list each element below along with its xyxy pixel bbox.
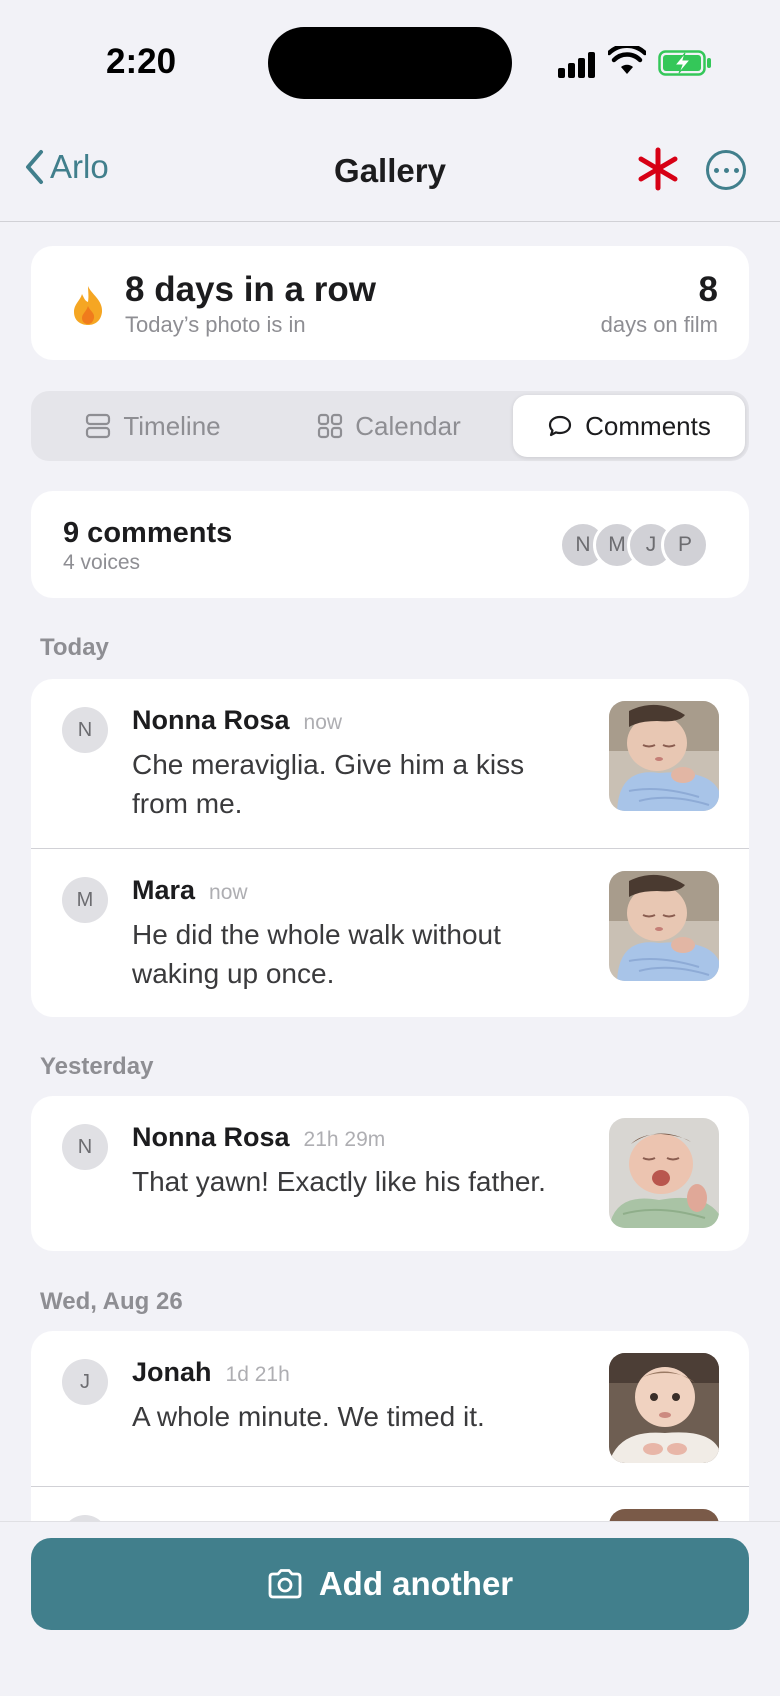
comments-count: 9 comments <box>63 517 233 549</box>
comment-row[interactable]: N Nonna Rosa now Che meraviglia. Give him… <box>31 679 749 848</box>
comment-text: Che meraviglia. Give him a kiss from me. <box>132 749 525 819</box>
author-name: Nonna Rosa <box>132 1122 290 1152</box>
days-count-label: days on film <box>600 312 718 337</box>
comment-text: That yawn! Exactly like his father. <box>132 1166 546 1197</box>
avatar-stack: N M J P <box>559 521 719 569</box>
photo-thumbnail[interactable] <box>609 871 719 981</box>
section-header-yesterday: Yesterday <box>40 1053 154 1080</box>
avatar: P <box>661 521 709 569</box>
add-another-button[interactable]: Add another <box>31 1538 749 1630</box>
photo-thumbnail[interactable] <box>609 1353 719 1463</box>
author-name: Nonna Rosa <box>132 705 290 735</box>
view-segmented-control: Timeline Calendar Comments <box>31 391 749 461</box>
comment-row[interactable]: J Jonah 1d 21h A whole minute. We timed i… <box>31 1331 749 1486</box>
tab-timeline[interactable]: Timeline <box>35 395 271 457</box>
comment-time: 1d 21h <box>225 1363 290 1386</box>
navigation-bar: Arlo Gallery <box>0 120 780 222</box>
timeline-icon <box>86 413 111 439</box>
asterisk-icon[interactable] <box>636 146 680 192</box>
flame-icon <box>74 286 103 325</box>
voices-count: 4 voices <box>63 551 141 574</box>
section-header-wed-aug-26: Wed, Aug 26 <box>40 1288 183 1315</box>
tab-calendar[interactable]: Calendar <box>271 395 507 457</box>
avatar: N <box>62 707 108 753</box>
bottom-action-bar: Add another <box>0 1521 780 1696</box>
status-time: 2:20 <box>106 42 177 81</box>
status-bar: 2:20 <box>0 0 780 120</box>
tab-comments-label: Comments <box>585 410 711 441</box>
comment-text: A whole minute. We timed it. <box>132 1401 485 1432</box>
comment-group-wed-aug-26: J Jonah 1d 21h A whole minute. We timed i… <box>31 1331 749 1531</box>
ellipsis-icon <box>713 167 719 173</box>
author-name: Mara <box>132 875 196 905</box>
camera-icon <box>268 1569 302 1599</box>
comment-author: Nonna Rosa 21h 29m <box>132 1122 385 1153</box>
author-name: Jonah <box>132 1357 212 1387</box>
comment-group-yesterday: N Nonna Rosa 21h 29m That yawn! Exactly l… <box>31 1096 749 1251</box>
wifi-icon <box>608 46 646 74</box>
cellular-signal-icon <box>558 50 598 78</box>
streak-card: 8 days in a row Today’s photo is in 8 da… <box>31 246 749 360</box>
streak-title: 8 days in a row <box>125 270 376 309</box>
photo-thumbnail[interactable] <box>609 1118 719 1228</box>
dynamic-island <box>268 27 512 99</box>
battery-charging-icon <box>658 50 711 76</box>
comment-author: Mara now <box>132 875 248 906</box>
comment-row[interactable]: M Mara now He did the whole walk without … <box>31 848 749 1017</box>
comment-text: He did the whole walk without waking up … <box>132 919 501 989</box>
comment-time: now <box>303 711 343 734</box>
avatar: M <box>62 877 108 923</box>
section-header-today: Today <box>40 634 109 661</box>
days-count: 8 <box>698 270 718 309</box>
photo-thumbnail[interactable] <box>609 701 719 811</box>
comment-author: Jonah 1d 21h <box>132 1357 290 1388</box>
comment-time: 21h 29m <box>303 1128 386 1151</box>
tab-calendar-label: Calendar <box>355 410 461 441</box>
comment-group-today: N Nonna Rosa now Che meraviglia. Give him… <box>31 679 749 1017</box>
tab-timeline-label: Timeline <box>123 410 221 441</box>
avatar: N <box>62 1124 108 1170</box>
more-options-button[interactable] <box>706 150 746 190</box>
comment-row[interactable]: N Nonna Rosa 21h 29m That yawn! Exactly l… <box>31 1096 749 1251</box>
tab-comments[interactable]: Comments <box>513 395 745 457</box>
streak-subtitle: Today’s photo is in <box>125 312 306 337</box>
comments-summary-card: 9 comments 4 voices N M J P <box>31 491 749 598</box>
speech-bubble-icon <box>549 415 572 437</box>
grid-icon <box>318 413 343 439</box>
add-another-label: Add another <box>318 1565 514 1602</box>
comment-author: Nonna Rosa now <box>132 705 342 736</box>
avatar: J <box>62 1359 108 1405</box>
comment-time: now <box>209 881 248 904</box>
